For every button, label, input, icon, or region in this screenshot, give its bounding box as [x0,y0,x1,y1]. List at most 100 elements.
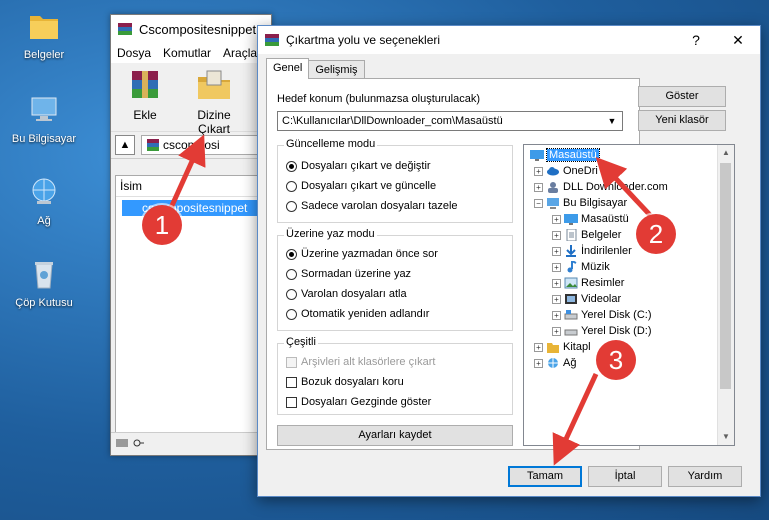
tree-node-libraries[interactable]: + Kitapl [534,339,591,355]
archive-path-box[interactable]: cscomposi [141,135,271,155]
misc-option-keep-broken[interactable]: Bozuk dosyaları koru [286,376,404,388]
desktop-icon-this-pc[interactable]: Bu Bilgisayar [6,94,82,145]
update-option-update[interactable]: Dosyaları çıkart ve güncelle [286,180,436,192]
menu-commands[interactable]: Komutlar [163,46,211,60]
help-button[interactable]: Yardım [668,466,742,487]
user-icon [548,182,558,193]
radio-icon[interactable] [286,308,297,320]
network-icon [32,178,56,204]
archive-path: cscomposi [163,138,220,152]
winrar-logo-icon [265,34,279,46]
misc-option-subfolders: Arşivleri alt klasörlere çıkart [286,356,435,368]
new-folder-button[interactable]: Yeni klasör [638,110,726,131]
winrar-title-bar[interactable]: Cscompositesnippet [111,15,271,43]
tree-node-music[interactable]: + Müzik [552,259,610,275]
scroll-down-icon[interactable]: ▼ [718,429,734,445]
save-settings-button[interactable]: Ayarları kaydet [277,425,513,446]
misc-group: Çeşitli Arşivleri alt klasörlere çıkart … [277,336,513,415]
tab-general[interactable]: Genel [266,58,310,79]
collapse-icon[interactable]: − [534,198,543,208]
add-label: Ekle [133,108,157,122]
film-icon [565,294,577,304]
up-folder-button[interactable]: ▲ [115,135,135,155]
help-title-button[interactable]: ? [676,26,716,54]
expand-icon[interactable]: + [534,358,543,368]
misc-option-show-in-explorer[interactable]: Dosyaları Gezginde göster [286,396,431,408]
expand-icon[interactable]: + [552,278,561,288]
add-button[interactable]: Ekle [119,67,171,127]
tree-node-dll-downloader[interactable]: + DLL Downloader.com [534,179,668,195]
show-button[interactable]: Göster [638,86,726,107]
tree-node-videos[interactable]: + Videolar [552,291,621,307]
file-list[interactable]: İsim cscompositesnippet [115,175,267,439]
update-option-replace[interactable]: Dosyaları çıkart ve değiştir [286,160,431,172]
expand-icon[interactable]: + [552,246,561,256]
expand-icon[interactable]: + [534,166,543,176]
radio-icon[interactable] [286,180,297,192]
folder-tree[interactable]: Masaüstü + OneDri + DLL Downloader.com −… [523,144,735,446]
extract-to-button[interactable]: Dizine Çıkart [181,67,247,136]
menu-tools[interactable]: Araçla [223,46,257,60]
tree-node-downloads[interactable]: + İndirilenler [552,243,632,259]
desktop-icon [530,150,544,161]
overwrite-option-rename[interactable]: Otomatik yeniden adlandır [286,308,429,320]
tree-node-pc-desktop[interactable]: + Masaüstü [552,211,629,227]
cancel-button[interactable]: İptal [588,466,662,487]
tree-node-network[interactable]: + Ağ [534,355,576,371]
expand-icon[interactable]: + [552,262,561,272]
overwrite-option-ask[interactable]: Üzerine yazmadan önce sor [286,248,438,260]
close-button[interactable]: ✕ [718,26,758,54]
download-arrow-icon [566,245,576,257]
checkbox-icon[interactable] [286,396,297,408]
option-label: Sormadan üzerine yaz [301,268,412,280]
tree-node-local-disk-d[interactable]: + Yerel Disk (D:) [552,323,652,339]
ok-button[interactable]: Tamam [508,466,582,487]
update-option-freshen[interactable]: Sadece varolan dosyaları tazele [286,200,458,212]
tree-node-this-pc[interactable]: − Bu Bilgisayar [534,195,627,211]
dialog-tabs: Genel Gelişmiş [266,58,365,79]
desktop-icon-network[interactable]: Ağ [6,176,82,227]
winrar-title: Cscompositesnippet [139,21,257,37]
tree-node-desktop[interactable]: Masaüstü [530,147,600,163]
scrollbar-thumb[interactable] [720,163,731,389]
radio-icon[interactable] [286,288,297,300]
dialog-title-bar[interactable]: Çıkartma yolu ve seçenekleri ? ✕ [258,26,760,54]
desktop-icon-label: Bu Bilgisayar [11,133,77,145]
overwrite-option-skip[interactable]: Varolan dosyaları atla [286,288,407,300]
menu-file[interactable]: Dosya [117,46,151,60]
expand-icon[interactable]: + [534,342,543,352]
tree-node-local-disk-c[interactable]: + Yerel Disk (C:) [552,307,652,323]
expand-icon[interactable]: + [552,230,561,240]
expand-icon[interactable]: + [552,326,561,336]
music-note-icon [567,261,577,273]
option-label: Varolan dosyaları atla [301,288,407,300]
tree-node-pictures[interactable]: + Resimler [552,275,624,291]
step-badge-1: 1 [142,205,182,245]
radio-icon[interactable] [286,160,297,172]
tree-node-documents[interactable]: + Belgeler [552,227,621,243]
hard-drive-icon [564,310,578,320]
picture-icon [564,277,578,289]
tree-scrollbar[interactable]: ▲ ▼ [717,145,734,445]
column-header-name[interactable]: İsim [116,176,266,197]
tree-node-onedrive[interactable]: + OneDri [534,163,598,179]
chevron-down-icon[interactable]: ▼ [604,112,620,130]
expand-icon[interactable]: + [552,214,561,224]
desktop-icon-documents[interactable]: Belgeler [6,10,82,61]
radio-icon[interactable] [286,248,297,260]
computer-icon [547,198,559,209]
scroll-up-icon[interactable]: ▲ [718,145,734,161]
radio-icon[interactable] [286,268,297,280]
destination-path-combo[interactable]: C:\Kullanıcılar\DllDownloader_com\Masaüs… [277,111,623,131]
checkbox-icon[interactable] [286,376,297,388]
file-row-selected[interactable]: cscompositesnippet [122,200,266,216]
expand-icon[interactable]: + [552,310,561,320]
radio-icon[interactable] [286,200,297,212]
winrar-menu-bar: Dosya Komutlar Araçla [111,43,271,63]
expand-icon[interactable]: + [552,294,561,304]
winrar-archive-icon [147,139,159,151]
expand-icon[interactable]: + [534,182,543,192]
overwrite-option-without-prompt[interactable]: Sormadan üzerine yaz [286,268,411,280]
tab-advanced[interactable]: Gelişmiş [308,60,365,79]
desktop-icon-recycle-bin[interactable]: Çöp Kutusu [6,258,82,309]
